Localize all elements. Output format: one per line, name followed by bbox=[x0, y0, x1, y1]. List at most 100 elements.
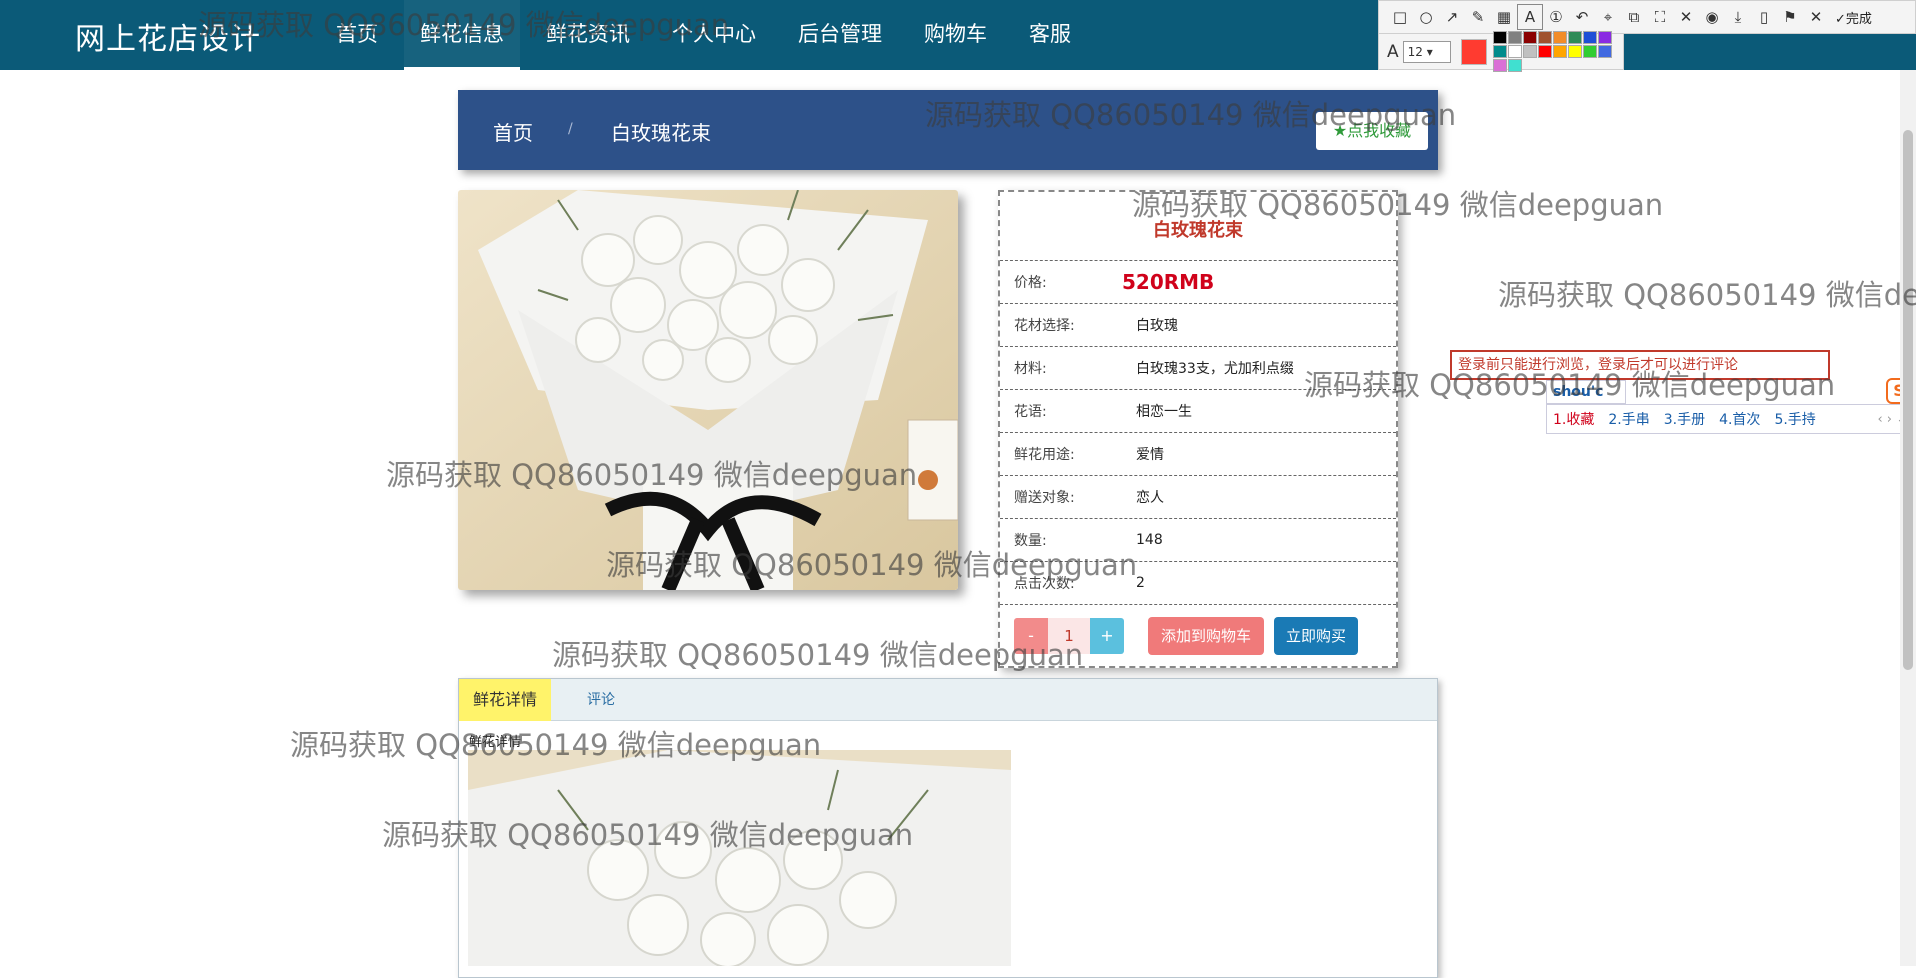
record-icon[interactable]: ◉ bbox=[1699, 4, 1725, 30]
color-swatch[interactable] bbox=[1597, 31, 1612, 44]
info-row: 赠送对象: 恋人 bbox=[1000, 475, 1396, 518]
watermark: 源码获取 QQ86050149 微信deepguan bbox=[1498, 278, 1916, 312]
color-swatch[interactable] bbox=[1507, 59, 1522, 72]
undo-icon[interactable]: ↶ bbox=[1569, 4, 1595, 30]
detail-image bbox=[468, 750, 1011, 966]
quantity-input[interactable]: 1 bbox=[1048, 617, 1090, 654]
circle-icon[interactable]: ○ bbox=[1413, 4, 1439, 30]
info-value: 爱情 bbox=[1136, 447, 1164, 463]
ocr-icon[interactable]: ⛶ bbox=[1647, 4, 1673, 30]
color-swatch[interactable] bbox=[1567, 45, 1582, 58]
main-nav: 首页 鲜花信息 鲜花资讯 个人中心 后台管理 购物车 客服 bbox=[320, 0, 1097, 70]
color-swatch[interactable] bbox=[1567, 31, 1582, 44]
nav-flower-news[interactable]: 鲜花资讯 bbox=[530, 0, 646, 70]
scrollbar-thumb[interactable] bbox=[1903, 130, 1913, 670]
buy-now-button[interactable]: 立即购买 bbox=[1274, 616, 1358, 655]
nav-user-center[interactable]: 个人中心 bbox=[656, 0, 772, 70]
color-swatch[interactable] bbox=[1537, 45, 1552, 58]
color-swatch[interactable] bbox=[1492, 45, 1507, 58]
color-swatch[interactable] bbox=[1582, 45, 1597, 58]
quantity-increase-button[interactable]: + bbox=[1090, 617, 1124, 654]
info-row: 材料: 白玫瑰33支，尤加利点缀 bbox=[1000, 346, 1396, 389]
breadcrumb: 首页 / 白玫瑰花束 ★点我收藏 bbox=[458, 90, 1438, 170]
ime-candidate[interactable]: 3.手册 bbox=[1664, 409, 1705, 429]
ime-candidate[interactable]: 2.手串 bbox=[1608, 409, 1649, 429]
info-row: 花材选择: 白玫瑰 bbox=[1000, 303, 1396, 346]
details-section-title: 鲜花详情 bbox=[469, 735, 522, 750]
color-swatch[interactable] bbox=[1492, 31, 1507, 44]
ime-candidate[interactable]: 5.手持 bbox=[1774, 409, 1815, 429]
font-size-select[interactable]: 12 ▾ bbox=[1402, 40, 1451, 63]
tab-comments[interactable]: 评论 bbox=[573, 679, 629, 721]
tab-bar: 鲜花详情 评论 bbox=[459, 679, 1437, 721]
info-label: 点击次数: bbox=[1014, 576, 1075, 592]
info-value: 相恋一生 bbox=[1136, 404, 1192, 420]
download-icon[interactable]: ⤓ bbox=[1725, 4, 1751, 30]
close-icon[interactable]: ✕ bbox=[1803, 4, 1829, 30]
product-image bbox=[458, 190, 958, 590]
nav-support[interactable]: 客服 bbox=[1013, 0, 1087, 70]
page-scrollbar[interactable] bbox=[1900, 70, 1916, 966]
mosaic-icon[interactable]: ▦ bbox=[1491, 4, 1517, 30]
color-swatch[interactable] bbox=[1507, 45, 1522, 58]
ime-composition: shou'c bbox=[1546, 380, 1626, 404]
current-color-swatch[interactable] bbox=[1460, 38, 1487, 65]
purchase-actions: - 1 + 添加到购物车 立即购买 bbox=[1000, 604, 1396, 666]
color-swatch[interactable] bbox=[1597, 45, 1612, 58]
site-brand[interactable]: 网上花店设计 bbox=[75, 14, 261, 58]
info-value: 白玫瑰33支，尤加利点缀 bbox=[1136, 361, 1294, 377]
info-value: 白玫瑰 bbox=[1136, 318, 1178, 334]
color-swatch[interactable] bbox=[1552, 45, 1567, 58]
font-icon: A bbox=[1387, 41, 1399, 62]
color-palette bbox=[1492, 31, 1612, 72]
favorite-button[interactable]: ★点我收藏 bbox=[1316, 112, 1428, 150]
info-label: 鲜花用途: bbox=[1014, 447, 1075, 463]
breadcrumb-current: 白玫瑰花束 bbox=[611, 121, 711, 145]
copy-icon[interactable]: ⧉ bbox=[1621, 4, 1647, 30]
number-icon[interactable]: ① bbox=[1543, 4, 1569, 30]
pen-icon[interactable]: ✎ bbox=[1465, 4, 1491, 30]
color-swatch[interactable] bbox=[1522, 45, 1537, 58]
color-swatch[interactable] bbox=[1537, 31, 1552, 44]
info-value: 恋人 bbox=[1136, 490, 1164, 506]
info-label: 材料: bbox=[1014, 361, 1047, 377]
info-label: 花语: bbox=[1014, 404, 1047, 420]
text-icon[interactable]: A bbox=[1517, 4, 1543, 30]
nav-home[interactable]: 首页 bbox=[320, 0, 394, 70]
text-style-toolbar: A 12 ▾ bbox=[1378, 31, 1624, 72]
info-label: 数量: bbox=[1014, 533, 1047, 549]
product-title: 白玫瑰花束 bbox=[1153, 220, 1243, 241]
info-row: 花语: 相恋一生 bbox=[1000, 389, 1396, 432]
login-notice: 登录前只能进行浏览，登录后才可以进行评论 bbox=[1450, 350, 1830, 380]
rect-icon[interactable]: □ bbox=[1387, 4, 1413, 30]
nav-cart[interactable]: 购物车 bbox=[908, 0, 1003, 70]
color-swatch[interactable] bbox=[1522, 31, 1537, 44]
info-label: 赠送对象: bbox=[1014, 490, 1075, 506]
color-swatch[interactable] bbox=[1507, 31, 1522, 44]
nav-flower-info[interactable]: 鲜花信息 bbox=[404, 0, 520, 70]
bookmark-icon[interactable]: ⚑ bbox=[1777, 4, 1803, 30]
ime-candidate-bar: 1.收藏 2.手串 3.手册 4.首次 5.手持 ‹ › ⌄ bbox=[1546, 404, 1916, 434]
done-button[interactable]: ✓完成 bbox=[1835, 8, 1872, 27]
product-info-panel: 白玫瑰花束 价格: 520RMB 花材选择: 白玫瑰 材料: 白玫瑰33支，尤加… bbox=[998, 190, 1398, 668]
price-row: 价格: 520RMB bbox=[1000, 260, 1396, 303]
color-swatch[interactable] bbox=[1552, 31, 1567, 44]
ime-candidate[interactable]: 4.首次 bbox=[1719, 409, 1760, 429]
breadcrumb-home[interactable]: 首页 bbox=[493, 117, 533, 146]
info-label: 花材选择: bbox=[1014, 318, 1075, 334]
arrow-icon[interactable]: ↗ bbox=[1439, 4, 1465, 30]
tab-details[interactable]: 鲜花详情 bbox=[459, 679, 552, 721]
pin-icon[interactable]: ⌖ bbox=[1595, 4, 1621, 30]
color-swatch[interactable] bbox=[1492, 59, 1507, 72]
color-swatch[interactable] bbox=[1582, 31, 1597, 44]
info-value: 2 bbox=[1136, 575, 1145, 591]
nav-admin[interactable]: 后台管理 bbox=[782, 0, 898, 70]
translate-icon[interactable]: ✕ bbox=[1673, 4, 1699, 30]
quantity-decrease-button[interactable]: - bbox=[1014, 617, 1048, 654]
font-size-value: 12 bbox=[1407, 44, 1423, 59]
add-to-cart-button[interactable]: 添加到购物车 bbox=[1148, 616, 1264, 655]
info-row: 点击次数: 2 bbox=[1000, 561, 1396, 604]
ime-candidate[interactable]: 1.收藏 bbox=[1553, 409, 1594, 429]
save-icon[interactable]: ▯ bbox=[1751, 4, 1777, 30]
screenshot-toolbar: □ ○ ↗ ✎ ▦ A ① ↶ ⌖ ⧉ ⛶ ✕ ◉ ⤓ ▯ ⚑ ✕ ✓完成 bbox=[1378, 0, 1916, 34]
